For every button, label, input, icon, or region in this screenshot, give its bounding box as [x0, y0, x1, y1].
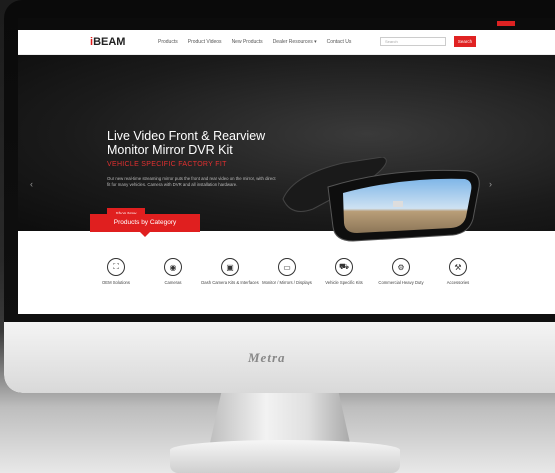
prev-slide-icon[interactable]: ‹: [30, 179, 33, 189]
products-by-category-tab[interactable]: Products by Category: [90, 214, 200, 237]
site-logo[interactable]: iBEAM: [90, 36, 125, 48]
next-slide-icon[interactable]: ›: [489, 179, 492, 189]
tools-icon: ⚒: [449, 258, 467, 276]
category-cameras[interactable]: ◉ Cameras: [143, 258, 203, 286]
car-seat-icon: ⛶: [107, 258, 125, 276]
truck-icon: ⚙: [392, 258, 410, 276]
mirror-product-image: [282, 157, 480, 242]
utility-bar: [18, 18, 555, 30]
nav-product-videos[interactable]: Product Videos: [188, 39, 222, 45]
category-row: ⛶ OEM Solutions ◉ Cameras ▣ Dash Camera …: [18, 250, 555, 314]
nav-contact-us[interactable]: Contact Us: [327, 39, 352, 45]
hero-description: Our new real-time streaming mirror puts …: [107, 176, 276, 187]
hero-banner: ‹ › Live Video Front & Rearview Monitor …: [18, 55, 555, 254]
category-dash-camera-kits[interactable]: ▣ Dash Camera Kits & Interfaces: [200, 258, 260, 286]
search-input[interactable]: Search: [380, 37, 446, 46]
camera-icon: ◉: [164, 258, 182, 276]
category-oem-solutions[interactable]: ⛶ OEM Solutions: [86, 258, 146, 286]
nav-new-products[interactable]: New Products: [232, 39, 263, 45]
monitor-stand-neck: [210, 393, 350, 443]
monitor-icon: ▭: [278, 258, 296, 276]
category-accessories[interactable]: ⚒ Accessories: [428, 258, 488, 286]
hero-title: Live Video Front & Rearview Monitor Mirr…: [107, 129, 266, 157]
navbar: iBEAM Products Product Videos New Produc…: [18, 30, 555, 55]
vehicle-icon: ⛟: [335, 258, 353, 276]
category-monitors-mirrors[interactable]: ▭ Monitor / Mirrors / Displays: [257, 258, 317, 286]
category-vehicle-specific[interactable]: ⛟ Vehicle Specific Kits: [314, 258, 374, 286]
monitor-brand-logo: Metra: [248, 350, 286, 365]
nav-dealer-resources[interactable]: Dealer Resources ▾: [273, 39, 317, 45]
nav-products[interactable]: Products: [158, 39, 178, 45]
main-nav: Products Product Videos New Products Dea…: [158, 39, 351, 45]
category-commercial-heavy-duty[interactable]: ⚙ Commercial Heavy Duty: [371, 258, 431, 286]
monitor-stand-base: [170, 440, 400, 473]
utility-red-link[interactable]: [497, 21, 515, 26]
screen: iBEAM Products Product Videos New Produc…: [18, 18, 555, 314]
search-button[interactable]: Search: [454, 36, 476, 47]
hero-subtitle: VEHICLE SPECIFIC FACTORY FIT: [107, 161, 227, 168]
dash-camera-icon: ▣: [221, 258, 239, 276]
